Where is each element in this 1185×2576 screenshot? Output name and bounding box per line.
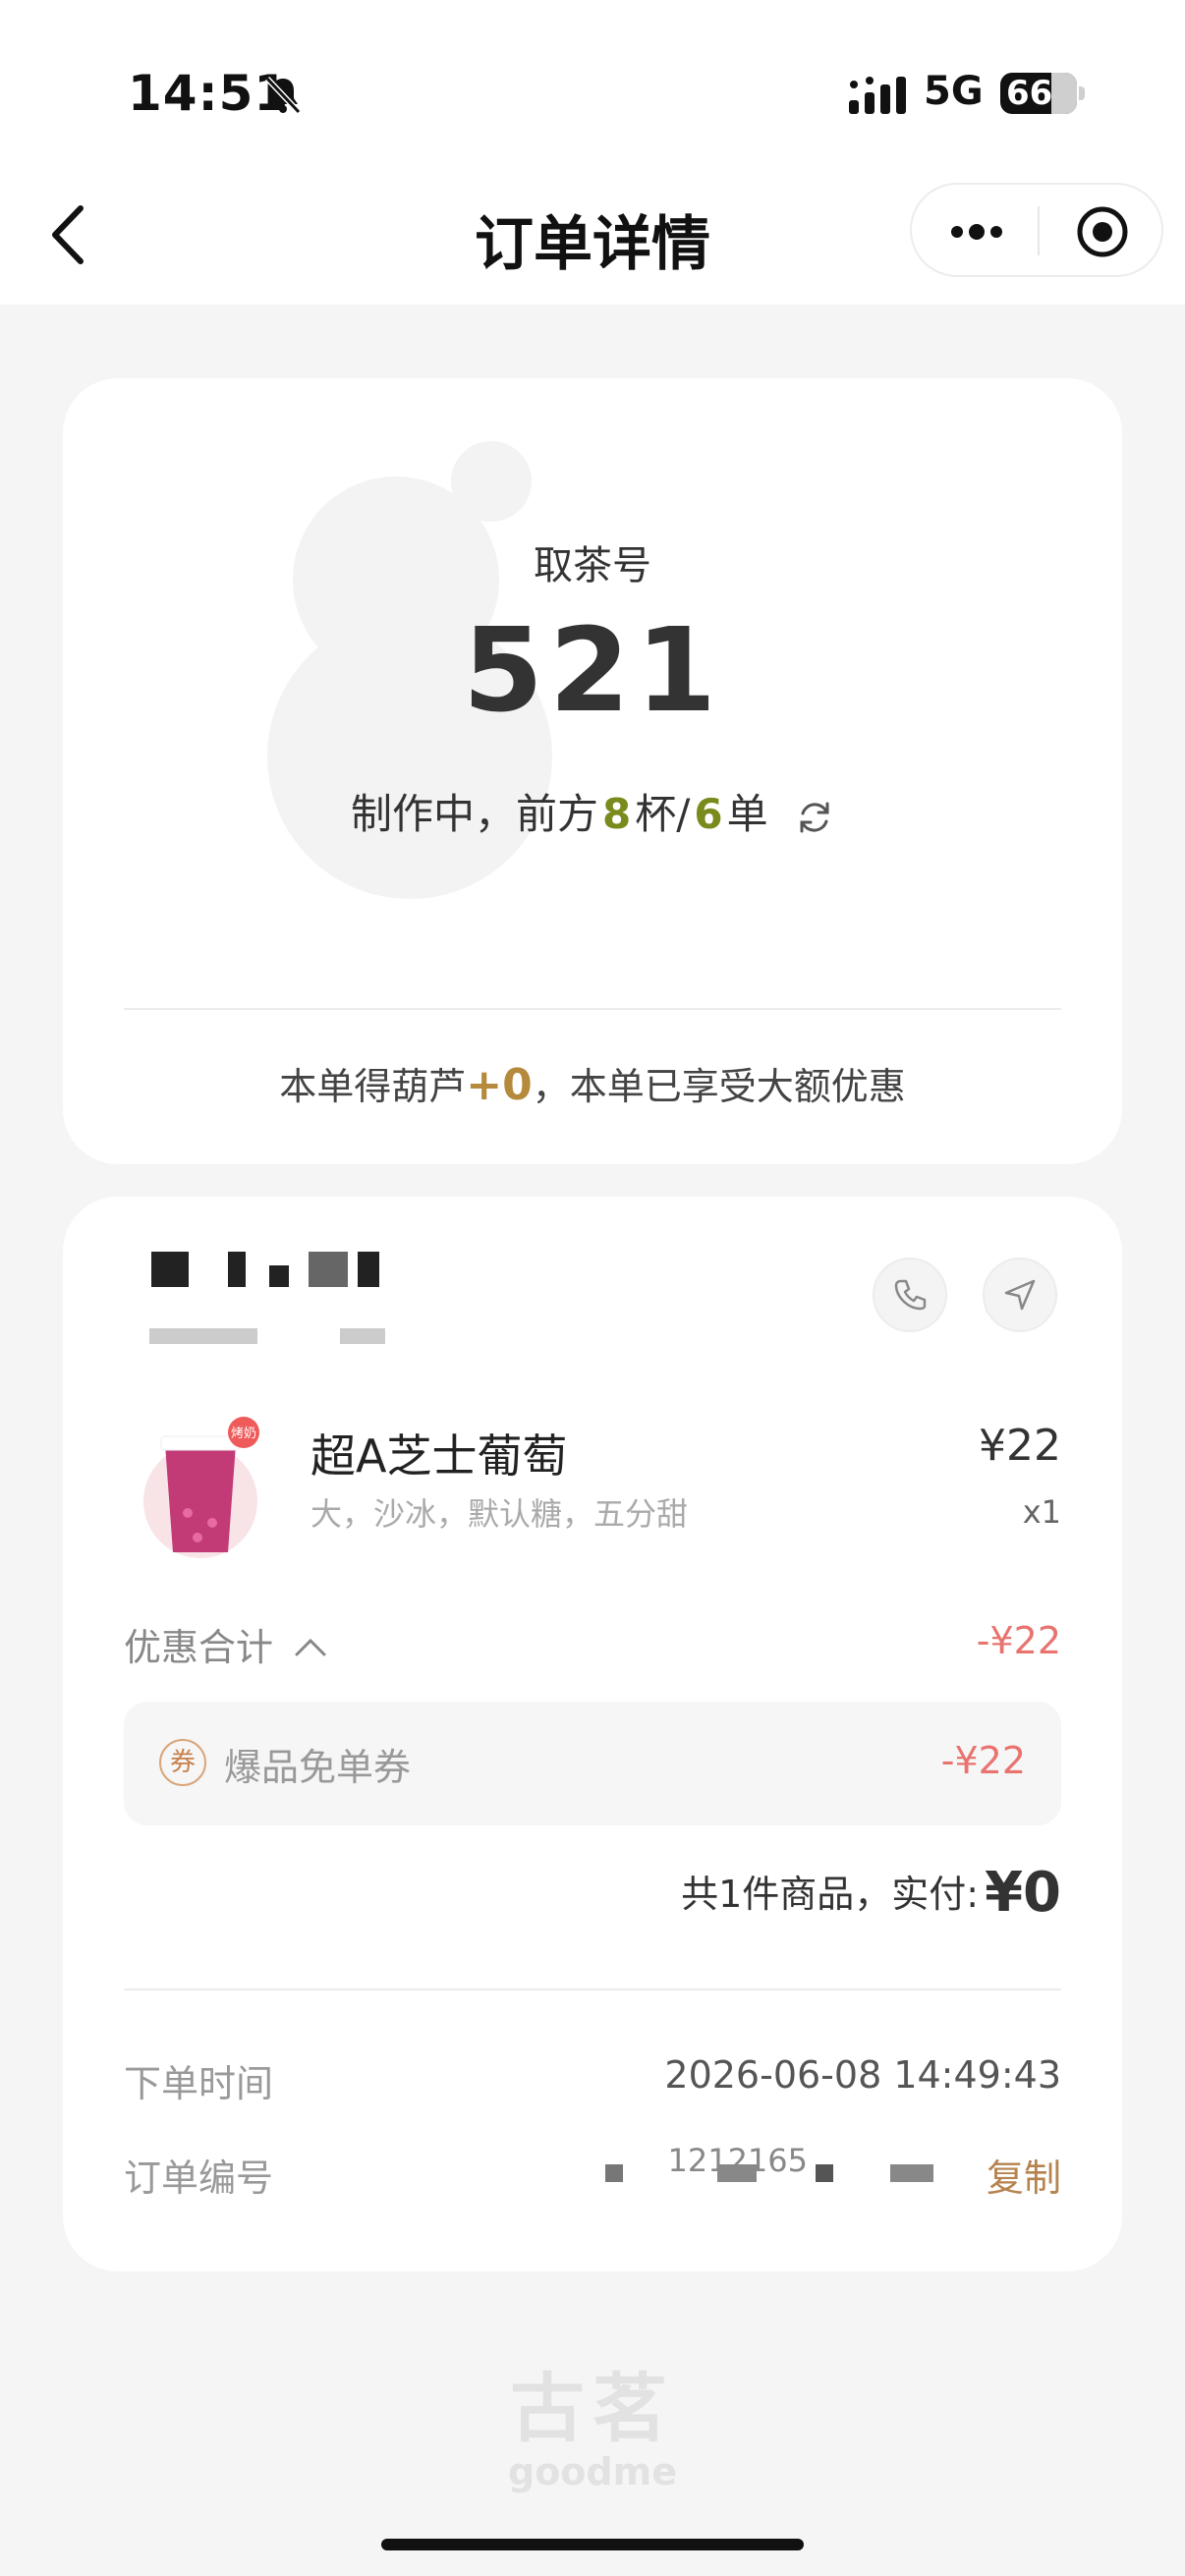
product-badge: 烤奶 bbox=[231, 1427, 256, 1441]
brand-logo: 古茗 goodme bbox=[0, 2348, 1185, 2493]
coupon-icon: 券 bbox=[159, 1739, 206, 1786]
store-name-redacted bbox=[309, 1252, 348, 1287]
product-qty: x1 bbox=[1022, 1493, 1061, 1531]
capsule-divider bbox=[1038, 206, 1040, 255]
pickup-card: 取茶号 521 制作中，前方8杯/6单 本单得葫芦+0，本单已享受大额优惠 bbox=[63, 378, 1122, 1164]
coupon-name: 爆品免单券 bbox=[224, 1746, 412, 1789]
discount-label: 优惠合计 bbox=[124, 1626, 274, 1669]
total-prefix: 共1件商品，实付: bbox=[681, 1873, 980, 1916]
mini-program-capsule bbox=[910, 183, 1163, 277]
navigate-button[interactable] bbox=[983, 1258, 1057, 1332]
copy-button[interactable]: 复制 bbox=[987, 2148, 1061, 2202]
pickup-number: 521 bbox=[462, 602, 723, 738]
discount-total: -¥22 bbox=[976, 1619, 1061, 1662]
battery-icon: 66 bbox=[1000, 73, 1077, 114]
product-name: 超A芝士葡萄 bbox=[310, 1429, 568, 1483]
product-price: ¥22 bbox=[979, 1421, 1061, 1471]
total-amount: ¥0 bbox=[985, 1861, 1061, 1925]
call-button[interactable] bbox=[873, 1258, 947, 1332]
product-image: 烤奶 bbox=[143, 1417, 259, 1558]
queue-cups: 8 bbox=[602, 790, 632, 838]
more-icon[interactable] bbox=[947, 212, 1006, 252]
coupon-row: 券 爆品免单券 -¥22 bbox=[124, 1702, 1061, 1825]
order-number-redacted bbox=[890, 2164, 933, 2182]
phone-icon bbox=[894, 1279, 927, 1311]
chevron-up-icon bbox=[295, 1638, 326, 1656]
pickup-label: 取茶号 bbox=[534, 543, 651, 588]
home-indicator[interactable] bbox=[381, 2539, 804, 2550]
points-suffix: ，本单已享受大额优惠 bbox=[532, 1065, 906, 1108]
deco-circle bbox=[451, 441, 532, 522]
order-card: 烤奶 超A芝士葡萄 大，沙冰，默认糖，五分甜 ¥22 x1 优惠合计 -¥22 … bbox=[63, 1197, 1122, 2271]
queue-status: 制作中，前方8杯/6单 bbox=[63, 781, 1122, 841]
refresh-icon[interactable] bbox=[795, 798, 834, 837]
store-name-redacted bbox=[358, 1252, 379, 1287]
store-address-redacted bbox=[340, 1328, 385, 1344]
network-type: 5G bbox=[924, 69, 984, 114]
silent-bell-icon bbox=[264, 76, 302, 115]
battery-tip bbox=[1079, 86, 1085, 100]
queue-cups-unit: 杯/ bbox=[635, 790, 691, 838]
close-target-icon[interactable] bbox=[1075, 204, 1130, 259]
store-name-redacted bbox=[269, 1265, 289, 1287]
order-number-redacted bbox=[605, 2164, 623, 2182]
divider bbox=[124, 1008, 1061, 1010]
battery-level: 66 bbox=[1006, 74, 1053, 113]
signal-icon bbox=[849, 77, 906, 114]
coupon-amount: -¥22 bbox=[940, 1739, 1026, 1782]
order-number-label: 订单编号 bbox=[124, 2156, 274, 2200]
queue-prefix: 制作中，前方 bbox=[350, 790, 598, 838]
order-number-redacted bbox=[816, 2164, 833, 2182]
navigation-arrow-icon bbox=[1004, 1279, 1036, 1311]
store-name-redacted bbox=[151, 1252, 189, 1287]
order-total: 共1件商品，实付: ¥0 bbox=[681, 1861, 1061, 1925]
queue-orders-unit: 单 bbox=[726, 790, 768, 838]
product-spec: 大，沙冰，默认糖，五分甜 bbox=[310, 1495, 689, 1533]
points-info: 本单得葫芦+0，本单已享受大额优惠 bbox=[63, 1056, 1122, 1110]
order-time-value: 2026-06-08 14:49:43 bbox=[664, 2053, 1061, 2097]
discount-toggle[interactable]: 优惠合计 bbox=[124, 1617, 328, 1671]
order-number-redacted bbox=[717, 2164, 757, 2182]
order-time-label: 下单时间 bbox=[124, 2062, 274, 2105]
store-address-redacted bbox=[149, 1328, 257, 1344]
brand-en: goodme bbox=[508, 2450, 677, 2493]
divider bbox=[124, 1988, 1061, 1990]
brand-cn: 古茗 bbox=[510, 2365, 675, 2452]
points-value: +0 bbox=[466, 1060, 533, 1110]
queue-orders: 6 bbox=[694, 790, 723, 838]
store-name-redacted bbox=[228, 1252, 246, 1287]
points-prefix: 本单得葫芦 bbox=[279, 1065, 467, 1108]
